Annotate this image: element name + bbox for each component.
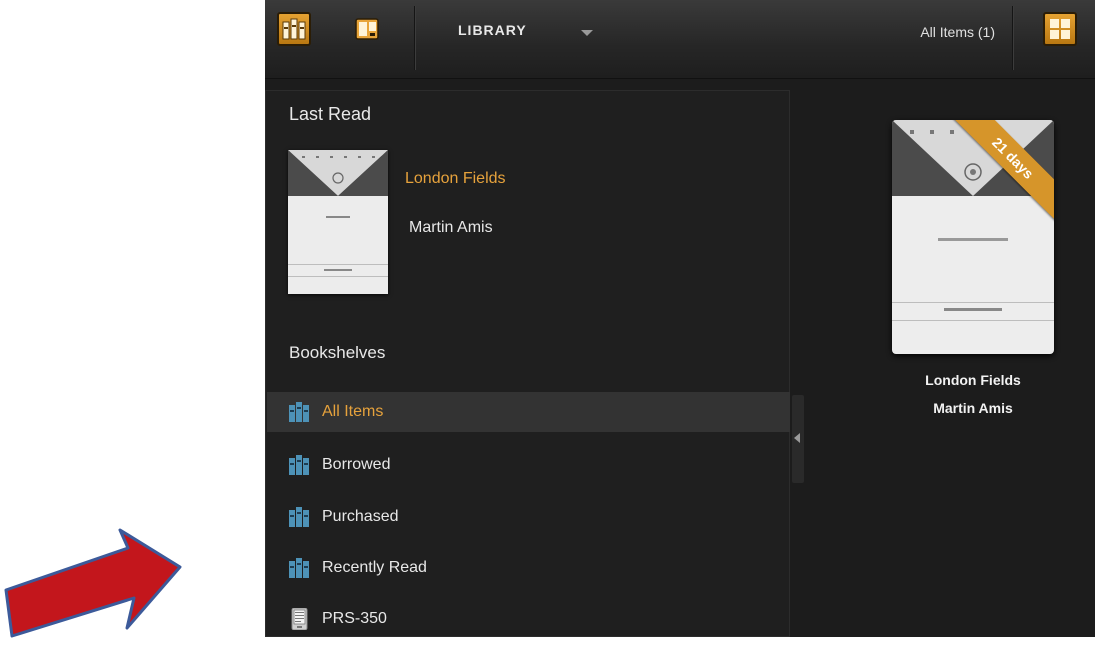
toolbar-separator [414, 6, 416, 70]
thumbnail-view-button[interactable] [351, 12, 385, 46]
ereader-device-icon [291, 608, 308, 630]
library-app-window: LIBRARY All Items (1) Last Read London F… [265, 0, 1095, 637]
shelf-label: PRS-350 [322, 610, 387, 627]
cover-title-mark [938, 238, 1008, 241]
grid-view-icon [1050, 19, 1070, 39]
library-menu-label[interactable]: LIBRARY [458, 22, 527, 38]
shelf-item-purchased[interactable]: Purchased [267, 497, 790, 537]
shelf-label: Purchased [322, 508, 399, 525]
shelf-label: Recently Read [322, 559, 427, 576]
shelf-item-borrowed[interactable]: Borrowed [267, 445, 790, 485]
bookshelf-icon [289, 507, 309, 527]
shelf-label: All Items [322, 403, 384, 420]
grid-book-title[interactable]: London Fields [865, 372, 1081, 388]
cover-author-mark [324, 269, 352, 271]
shelf-label: Borrowed [322, 456, 391, 473]
bookshelf-icon [289, 455, 309, 475]
cover-strip [892, 302, 1054, 303]
bookshelves-heading: Bookshelves [289, 343, 386, 362]
grid-book-cover[interactable]: 21 days [892, 120, 1054, 354]
cover-emblem [288, 150, 388, 196]
grid-book-author: Martin Amis [933, 400, 1013, 416]
cover-strip [288, 264, 388, 265]
bookshelf-icon [289, 558, 309, 578]
bookshelf-view-button[interactable] [277, 12, 311, 46]
cover-strip [288, 276, 388, 277]
toolbar: LIBRARY All Items (1) [265, 0, 1095, 79]
last-read-heading: Last Read [289, 104, 372, 124]
cover-title-mark [326, 216, 350, 218]
annotation-arrow [4, 528, 182, 638]
shelf-item-all-items[interactable]: All Items [267, 392, 790, 432]
cover-strip [892, 320, 1054, 321]
chevron-down-icon[interactable] [581, 30, 593, 36]
shelf-item-recently-read[interactable]: Recently Read [267, 548, 790, 588]
shelf-item-prs-350[interactable]: PRS-350 [267, 599, 790, 637]
last-read-title[interactable]: London Fields [405, 170, 506, 188]
toolbar-separator [1012, 6, 1014, 70]
last-read-cover[interactable] [288, 150, 388, 294]
collapse-panel-handle[interactable] [792, 395, 804, 483]
bookshelf-view-icon [282, 18, 306, 40]
cover-author-mark [944, 308, 1002, 311]
thumbnail-view-icon [355, 18, 379, 40]
last-read-author: Martin Amis [409, 219, 493, 236]
bookshelf-icon [289, 402, 309, 422]
grid-view-button[interactable] [1043, 12, 1077, 46]
filter-label: All Items (1) [920, 24, 995, 40]
